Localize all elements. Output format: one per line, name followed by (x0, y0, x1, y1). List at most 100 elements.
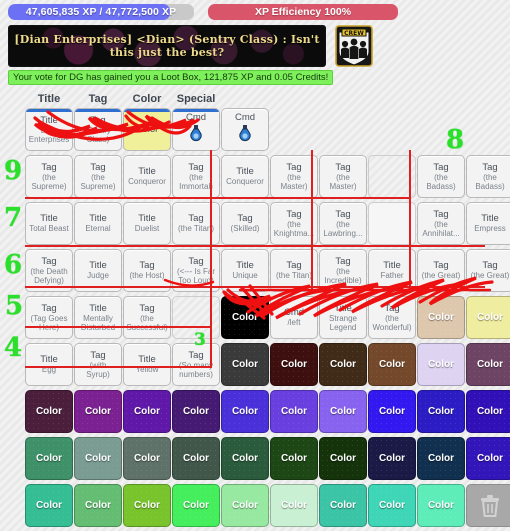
color-swatch[interactable]: Color (319, 437, 367, 480)
inventory-item[interactable]: Tag (Skilled) (221, 202, 269, 245)
color-swatch[interactable]: Color (74, 437, 122, 480)
equipped-indicator (26, 109, 72, 112)
inventory-item[interactable]: Tag (<--- Is Far Too Loud) (172, 249, 220, 292)
blank-slot[interactable] (368, 202, 416, 245)
color-swatch[interactable]: Color (368, 484, 416, 527)
color-swatch[interactable]: Color (25, 437, 73, 480)
inventory-item[interactable]: Tag (the Great) (417, 249, 465, 292)
inventory-item[interactable]: Title Judge (74, 249, 122, 292)
inventory-item[interactable]: Cmd (172, 108, 220, 151)
color-swatch-label: Color (329, 406, 357, 417)
color-swatch[interactable]: Color (368, 437, 416, 480)
color-swatch-label: Color (329, 500, 357, 511)
inventory-item[interactable]: Title Unique (221, 249, 269, 292)
crew-badge[interactable]: CREW (332, 24, 376, 68)
color-swatch[interactable]: Color (172, 484, 220, 527)
inventory-item[interactable]: Tag (the Lawbring... (319, 202, 367, 245)
color-swatch[interactable]: Color (466, 390, 510, 433)
empty-slot[interactable] (172, 296, 220, 339)
color-swatch[interactable]: Color (221, 296, 269, 339)
inventory-item[interactable]: Title Egg (25, 343, 73, 386)
inventory-item[interactable]: Tag (the Death Defying) (25, 249, 73, 292)
color-swatch[interactable]: Color (319, 343, 367, 386)
item-type-label: Title (89, 213, 107, 225)
color-swatch[interactable]: Color (417, 437, 465, 480)
color-swatch[interactable]: Color (368, 343, 416, 386)
color-swatch[interactable]: Color (466, 343, 510, 386)
item-type-label: Tag (139, 260, 155, 272)
inventory-item[interactable]: Tag (the Knightma... (270, 202, 318, 245)
color-swatch[interactable]: Color (270, 343, 318, 386)
inventory-item[interactable]: Tag (So many numbers) (172, 343, 220, 386)
inventory-item[interactable]: Tag (the Badass) (466, 155, 510, 198)
color-swatch[interactable]: Color (123, 437, 171, 480)
inventory-item[interactable]: Tag (the Badass) (417, 155, 465, 198)
inventory-item[interactable]: Tag (with Syrup) (74, 343, 122, 386)
item-name-label: /left (287, 318, 301, 328)
inventory-item[interactable]: Tag (the Supreme) (25, 155, 73, 198)
color-swatch[interactable]: Color (319, 390, 367, 433)
color-swatch[interactable]: Color (417, 390, 465, 433)
inventory-item[interactable]: Tag (Sentry Class) (74, 108, 122, 151)
inventory-item[interactable]: Tag (the Master) (270, 155, 318, 198)
color-swatch[interactable]: Color (172, 390, 220, 433)
color-swatch-label: Color (476, 406, 504, 417)
trash-icon[interactable] (466, 484, 510, 527)
color-swatch[interactable]: Color (417, 484, 465, 527)
item-name-label: Father (380, 271, 404, 281)
inventory-item[interactable]: Tag (the Successful) (123, 296, 171, 339)
inventory-item[interactable]: Title Conqueror (221, 155, 269, 198)
inventory-item[interactable]: Cmd (221, 108, 269, 151)
inventory-item[interactable]: Tag (the Supreme) (74, 155, 122, 198)
inventory-item[interactable]: Title Eternal (74, 202, 122, 245)
inventory-item[interactable]: Title Duelist (123, 202, 171, 245)
color-swatch[interactable]: Color (25, 390, 73, 433)
color-swatch[interactable]: Color (368, 390, 416, 433)
color-swatch[interactable]: Color (417, 343, 465, 386)
grid-row: Title Dian Enterprises Tag (Sentry Class) Co… (25, 108, 510, 151)
color-swatch[interactable]: Color (25, 484, 73, 527)
inventory-item[interactable]: Title Father (368, 249, 416, 292)
color-swatch-label: Color (133, 406, 161, 417)
color-swatch[interactable]: Color (466, 296, 510, 339)
inventory-item[interactable]: Tag (the Titan) (172, 202, 220, 245)
color-swatch[interactable]: Color (270, 390, 318, 433)
item-type-label: Tag (188, 213, 204, 225)
color-swatch[interactable]: Color (466, 437, 510, 480)
inventory-item[interactable]: Title Conqueror (123, 155, 171, 198)
color-swatch-label: Color (133, 500, 161, 511)
item-name-label: (the Knightma... (273, 219, 315, 239)
color-swatch[interactable]: Color (221, 343, 269, 386)
inventory-item[interactable]: Color (123, 108, 171, 151)
color-swatch[interactable]: Color (221, 484, 269, 527)
inventory-item[interactable]: Tag (the Wonderful) (368, 296, 416, 339)
empty-slot[interactable] (368, 155, 416, 198)
color-swatch[interactable]: Color (123, 390, 171, 433)
inventory-item[interactable]: Title Strange Legend (319, 296, 367, 339)
inventory-item[interactable]: Title Dian Enterprises (25, 108, 73, 151)
color-swatch[interactable]: Color (417, 296, 465, 339)
color-swatch[interactable]: Color (221, 437, 269, 480)
inventory-item[interactable]: Cmd/left (270, 296, 318, 339)
color-swatch[interactable]: Color (74, 484, 122, 527)
inventory-item[interactable]: Title Yellow (123, 343, 171, 386)
inventory-item[interactable]: Tag (the Immortal) (172, 155, 220, 198)
inventory-item[interactable]: Tag (the Annihilat... (417, 202, 465, 245)
color-swatch[interactable]: Color (123, 484, 171, 527)
inventory-item[interactable]: Tag (the Incredible) (319, 249, 367, 292)
inventory-item[interactable]: Title Mentally Disturbed (74, 296, 122, 339)
color-swatch[interactable]: Color (221, 390, 269, 433)
inventory-item[interactable]: Tag (the Great) (466, 249, 510, 292)
inventory-item[interactable]: Title Total Beast (25, 202, 73, 245)
color-swatch[interactable]: Color (270, 437, 318, 480)
item-type-label: Tag (237, 213, 253, 225)
inventory-item[interactable]: Tag (the Titan) (270, 249, 318, 292)
color-swatch[interactable]: Color (270, 484, 318, 527)
color-swatch[interactable]: Color (319, 484, 367, 527)
inventory-item[interactable]: Tag (Tag Goes Here) (25, 296, 73, 339)
color-swatch[interactable]: Color (172, 437, 220, 480)
inventory-item[interactable]: Tag (the Host) (123, 249, 171, 292)
inventory-item[interactable]: Tag (the Master) (319, 155, 367, 198)
inventory-item[interactable]: Title Empress (466, 202, 510, 245)
color-swatch[interactable]: Color (74, 390, 122, 433)
